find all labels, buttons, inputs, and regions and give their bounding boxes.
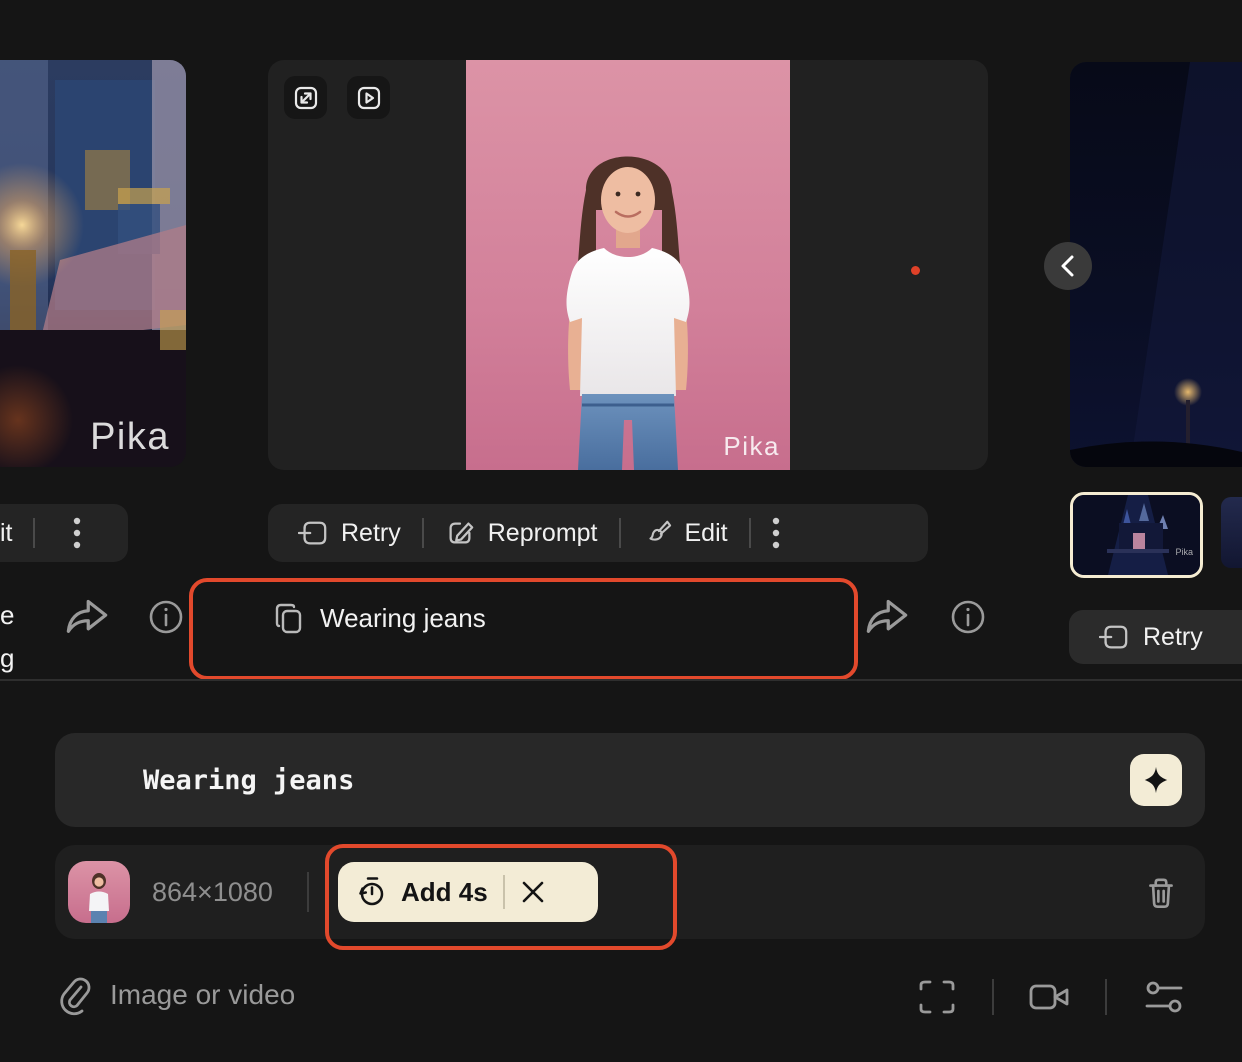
reprompt-button[interactable]: Reprompt [445,518,598,548]
castle-thumbnail-image: Pika [1073,495,1200,575]
share-button[interactable] [862,594,912,640]
expand-arrow-icon [293,85,319,111]
copy-prompt-button[interactable] [274,602,306,636]
video-thumbnail-next[interactable] [1221,497,1242,568]
retry-label: Retry [341,519,401,548]
share-button[interactable] [62,594,112,640]
info-button[interactable] [148,599,184,635]
video-thumbnail-selected[interactable]: Pika [1070,492,1203,578]
pika-watermark: Pika [1175,547,1193,557]
remove-duration-icon[interactable] [520,879,546,905]
info-button[interactable] [950,599,986,635]
attachment-divider [307,872,309,912]
kebab-menu-icon [772,516,780,550]
edit-label-partial[interactable]: it [0,519,13,548]
prompt-input[interactable]: Wearing jeans [143,733,354,827]
info-icon [148,599,184,635]
generate-button[interactable] [1130,754,1182,806]
generation-toolbar: Retry Reprompt Edit [268,504,928,562]
retry-icon [1099,622,1129,652]
cursor-dot-annotation [911,266,920,275]
video-mode-button[interactable] [1028,981,1072,1013]
settings-sliders-icon [1144,979,1184,1015]
previous-prompt-text-line1: e [0,600,14,631]
portrait-image: Pika [466,60,790,470]
chip-divider [503,875,505,909]
retry-icon [298,518,328,548]
paperclip-icon [56,977,92,1017]
sparkle-icon [1141,765,1171,795]
previous-generation-toolbar: it [0,504,128,562]
copy-icon [274,602,306,636]
attach-media-hint[interactable]: Image or video [110,979,295,1011]
edit-label: Edit [685,519,728,548]
previous-generation-media[interactable]: Pika [0,60,186,467]
chevron-left-icon [1058,254,1078,278]
retry-label: Retry [1143,623,1203,652]
paintbrush-icon [642,518,672,548]
toolbar-divider [33,518,35,548]
add-duration-label: Add 4s [401,877,488,908]
timer-icon [356,875,388,909]
toolbar-divider [422,518,424,548]
toolbar-divider [619,518,621,548]
reprompt-label: Reprompt [488,519,598,548]
open-fullscreen-button[interactable] [284,76,327,119]
palace-scene-image [0,60,186,467]
aspect-ratio-button[interactable] [918,979,956,1015]
frame-corners-icon [918,979,956,1015]
previous-carousel-button[interactable] [1044,242,1092,290]
dark-stage-image [1070,62,1242,467]
bottom-bar-divider [1105,979,1107,1015]
edit-button[interactable]: Edit [642,518,728,548]
previous-prompt-text-line2: g [0,643,14,674]
attachment-resolution: 864×1080 [152,845,273,939]
info-icon [950,599,986,635]
generation-prompt-text[interactable]: Wearing jeans [320,601,486,635]
video-camera-icon [1028,981,1072,1013]
toolbar-divider [749,518,751,548]
generation-settings-button[interactable] [1144,979,1184,1015]
trash-icon [1142,874,1180,912]
next-generation-media[interactable] [1070,62,1242,467]
bottom-bar-divider [992,979,994,1015]
retry-button[interactable]: Retry [298,518,401,548]
kebab-menu-icon [73,516,81,550]
portrait-thumbnail-image [68,861,130,923]
share-arrow-icon [862,594,912,640]
section-divider [0,679,1242,681]
add-duration-chip[interactable]: Add 4s [338,862,598,922]
pika-app-window: Pika [0,0,1242,1062]
more-options-button[interactable] [772,516,780,550]
prompt-input-container[interactable]: Wearing jeans [55,733,1205,827]
delete-attachment-button[interactable] [1142,874,1180,912]
attachment-thumbnail[interactable] [68,861,130,923]
reprompt-pencil-icon [445,518,475,548]
video-preview-button[interactable] [347,76,390,119]
play-video-icon [356,85,382,111]
pika-watermark: Pika [723,431,780,462]
retry-button-right[interactable]: Retry [1069,610,1242,664]
more-options-button[interactable] [73,516,81,550]
selected-generation-media[interactable]: Pika [268,60,988,470]
share-arrow-icon [62,594,112,640]
attach-media-button[interactable] [56,977,92,1017]
pika-watermark: Pika [90,416,170,459]
